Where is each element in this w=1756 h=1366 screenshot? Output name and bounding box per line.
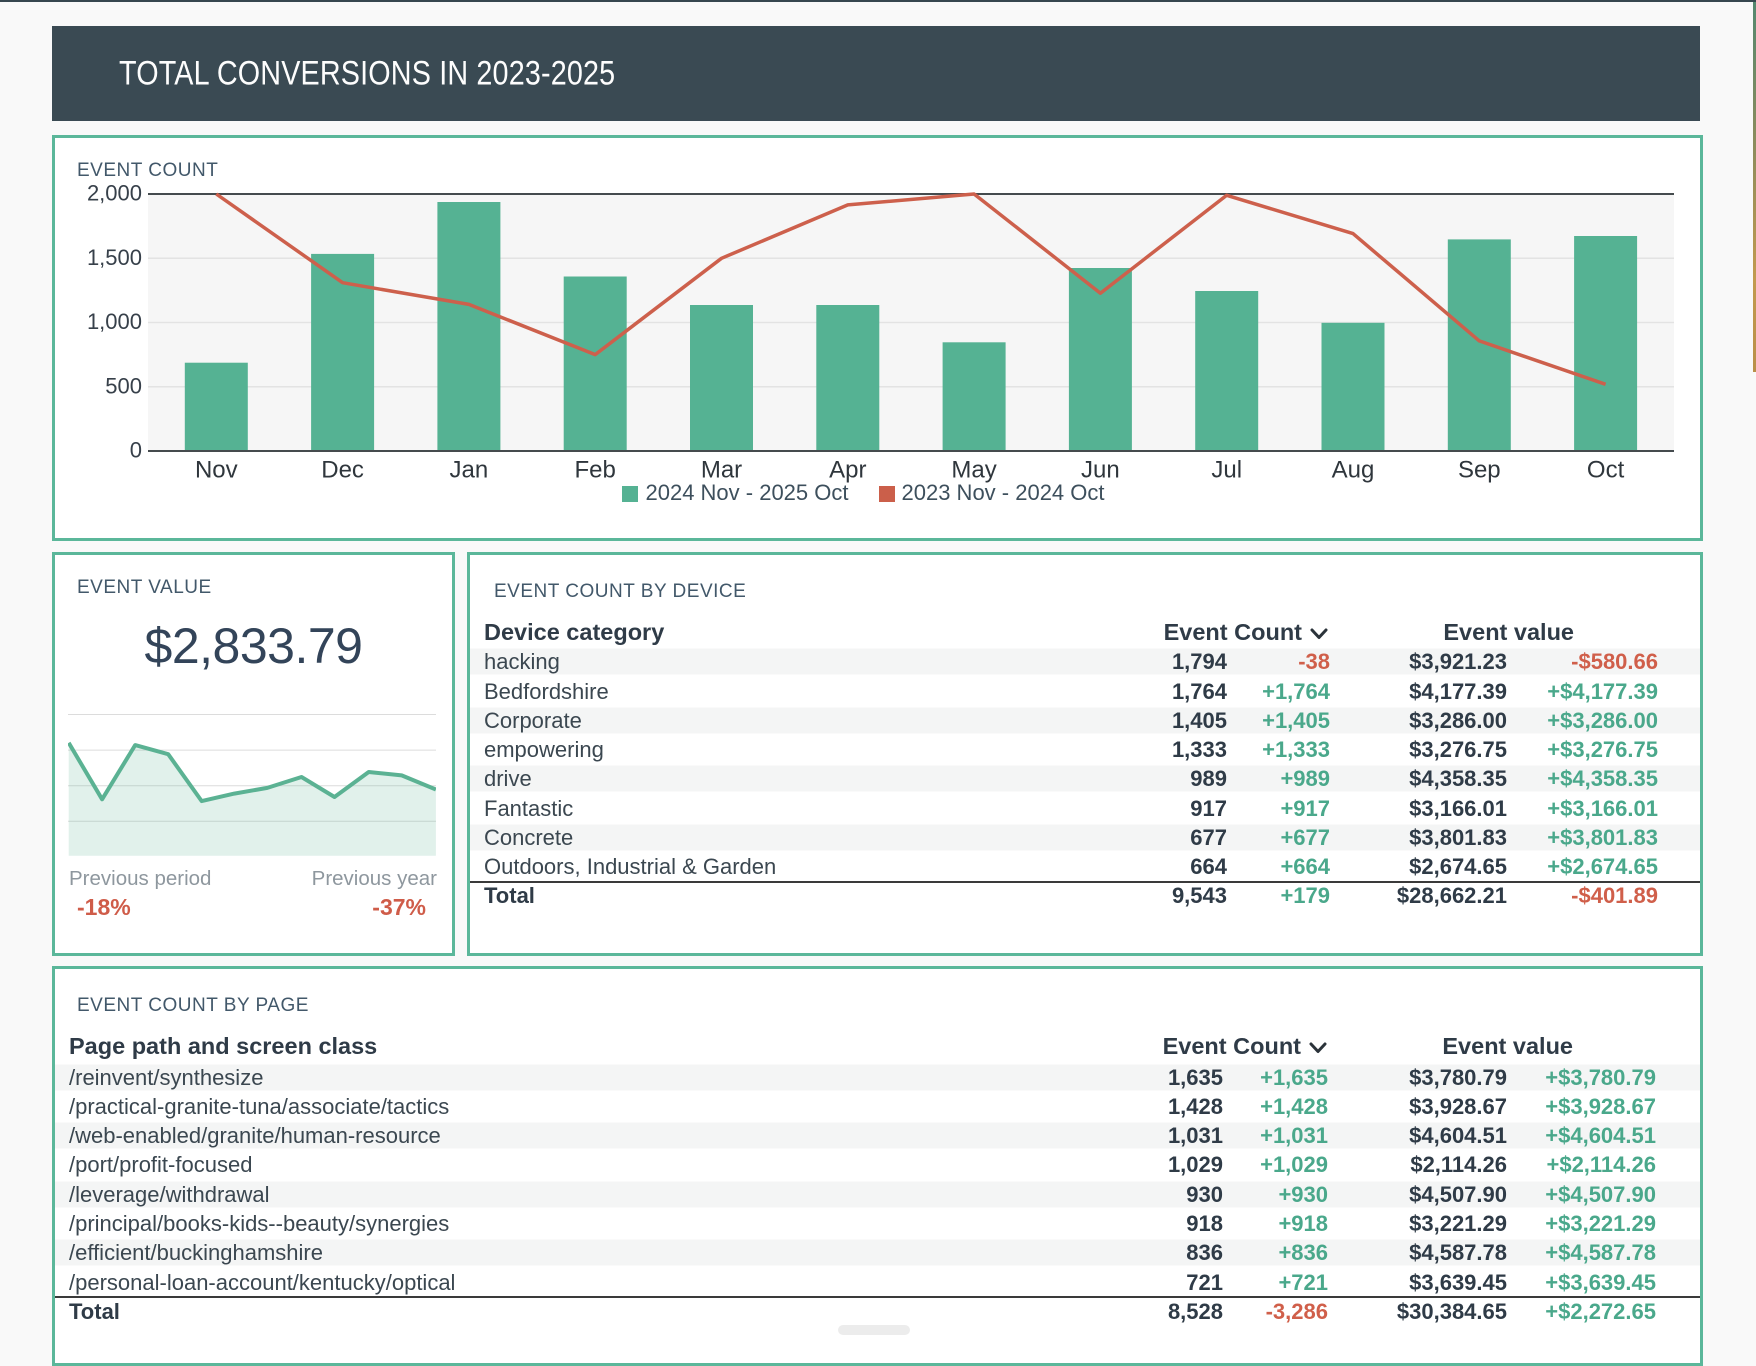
svg-text:500: 500 <box>105 373 142 398</box>
svg-text:1,500: 1,500 <box>87 245 142 270</box>
svg-text:0: 0 <box>130 438 142 463</box>
svg-text:1,000: 1,000 <box>87 309 142 334</box>
svg-text:2,000: 2,000 <box>87 181 142 206</box>
